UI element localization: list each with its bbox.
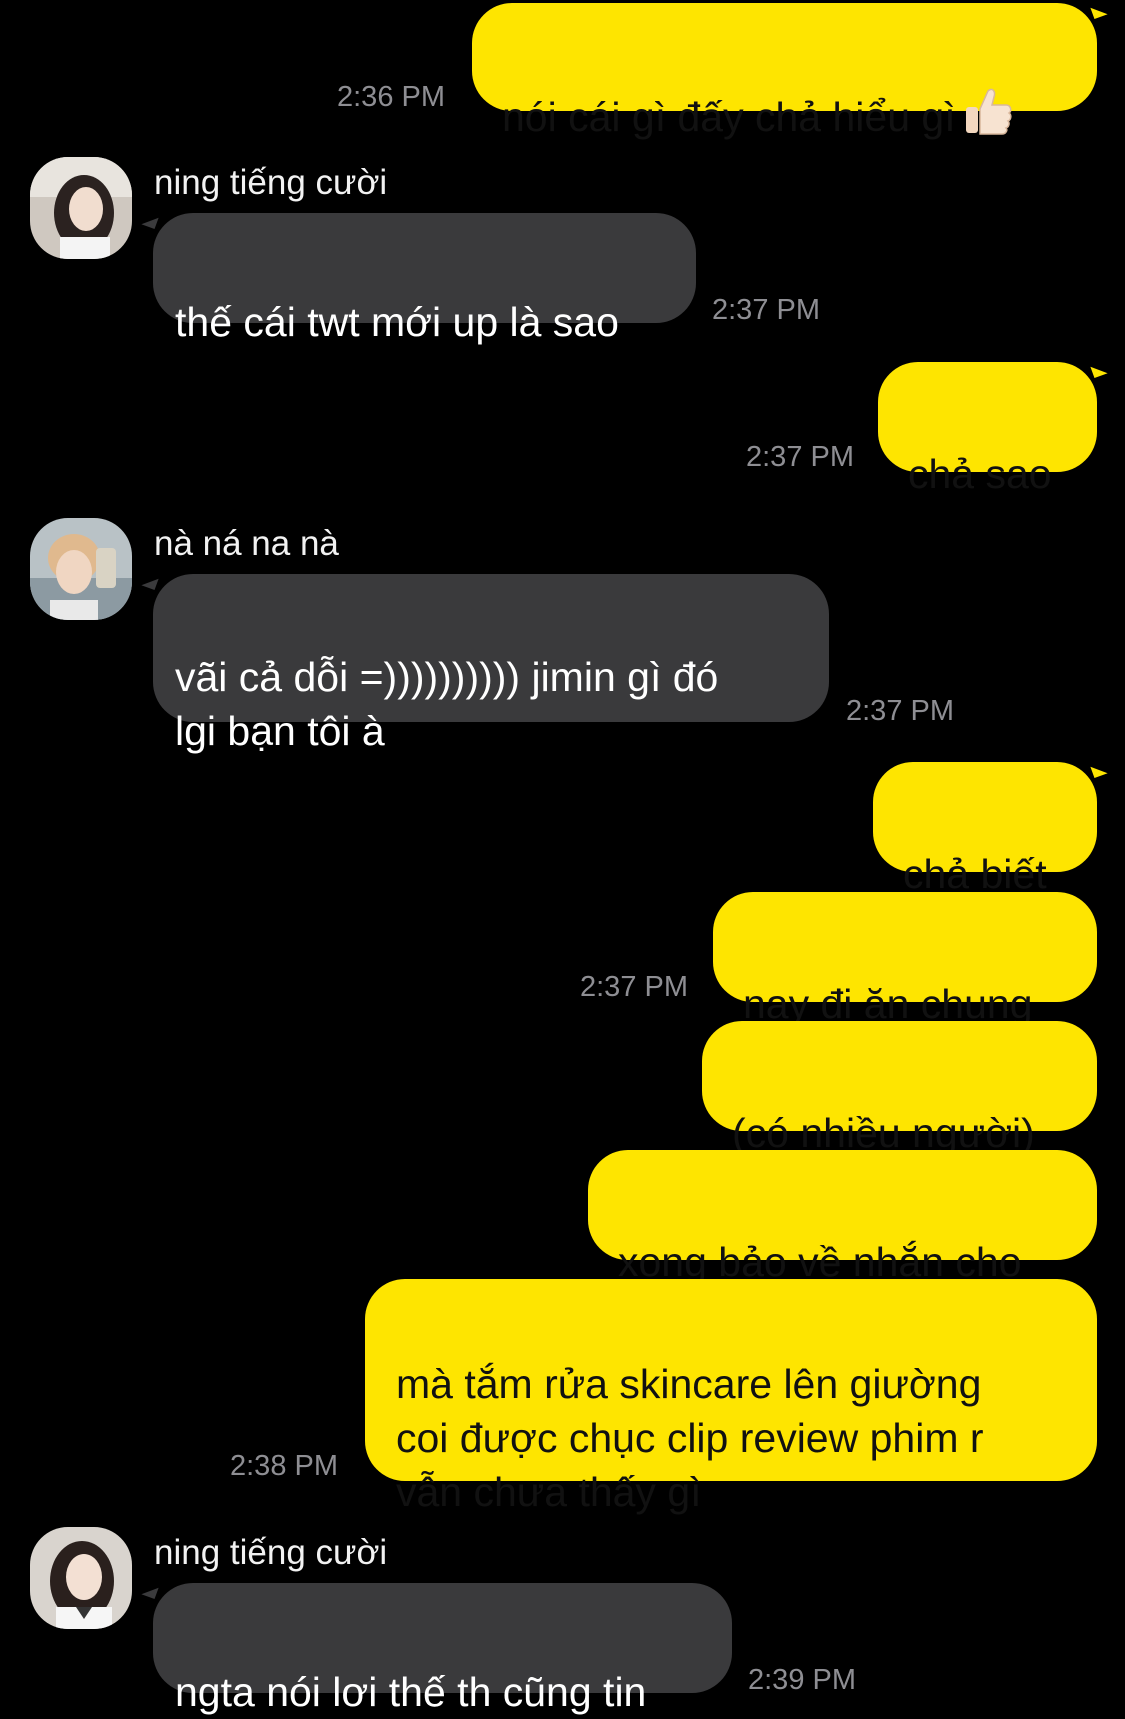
sender-name: ning tiếng cười — [154, 1533, 388, 1572]
message-time: 2:37 PM — [746, 441, 854, 473]
incoming-message[interactable]: vãi cả dỗi =)))))))))) jimin gì đó lgi b… — [153, 574, 829, 754]
message-text: nói cái gì đấy chả hiểu gì — [502, 94, 956, 140]
bubble-tail — [1090, 761, 1108, 779]
message-time: 2:37 PM — [580, 971, 688, 1003]
incoming-message[interactable]: ngta nói lơi thế th cũng tin — [153, 1583, 732, 1715]
message-time: 2:37 PM — [712, 294, 820, 326]
bubble-tail — [1090, 361, 1108, 379]
outgoing-message[interactable]: (có nhiều người) — [702, 1021, 1097, 1156]
message-text: chả sao — [908, 451, 1052, 497]
outgoing-message[interactable]: xong bảo về nhắn cho — [588, 1150, 1097, 1285]
bubble-tail — [141, 212, 159, 230]
bubble-tail — [141, 573, 159, 591]
bubble-tail — [1090, 2, 1108, 20]
message-time: 2:37 PM — [846, 695, 954, 727]
outgoing-message[interactable]: nay đi ăn chung — [713, 892, 1097, 1027]
message-text: thế cái twt mới up là sao — [175, 299, 619, 345]
message-text: mà tắm rửa skincare lên giường coi được … — [396, 1361, 984, 1515]
message-time: 2:38 PM — [230, 1450, 338, 1482]
sender-name: nà ná na nà — [154, 524, 339, 563]
sender-name: ning tiếng cười — [154, 163, 388, 202]
outgoing-message[interactable]: mà tắm rửa skincare lên giường coi được … — [365, 1279, 1097, 1515]
outgoing-message[interactable]: nói cái gì đấy chả hiểu gì — [472, 3, 1097, 140]
outgoing-message[interactable]: chả biết — [873, 762, 1097, 897]
avatar[interactable] — [30, 518, 132, 620]
message-text: ngta nói lơi thế th cũng tin — [175, 1669, 647, 1715]
thumbs-up-icon — [962, 85, 1014, 150]
message-time: 2:36 PM — [337, 81, 445, 113]
message-text: vãi cả dỗi =)))))))))) jimin gì đó lgi b… — [175, 654, 719, 754]
bubble-tail — [141, 1582, 159, 1600]
message-text: chả biết — [903, 851, 1047, 897]
avatar[interactable] — [30, 1527, 132, 1629]
outgoing-message[interactable]: chả sao — [878, 362, 1097, 497]
avatar[interactable] — [30, 157, 132, 259]
message-time: 2:39 PM — [748, 1664, 856, 1696]
incoming-message[interactable]: thế cái twt mới up là sao — [153, 213, 696, 345]
